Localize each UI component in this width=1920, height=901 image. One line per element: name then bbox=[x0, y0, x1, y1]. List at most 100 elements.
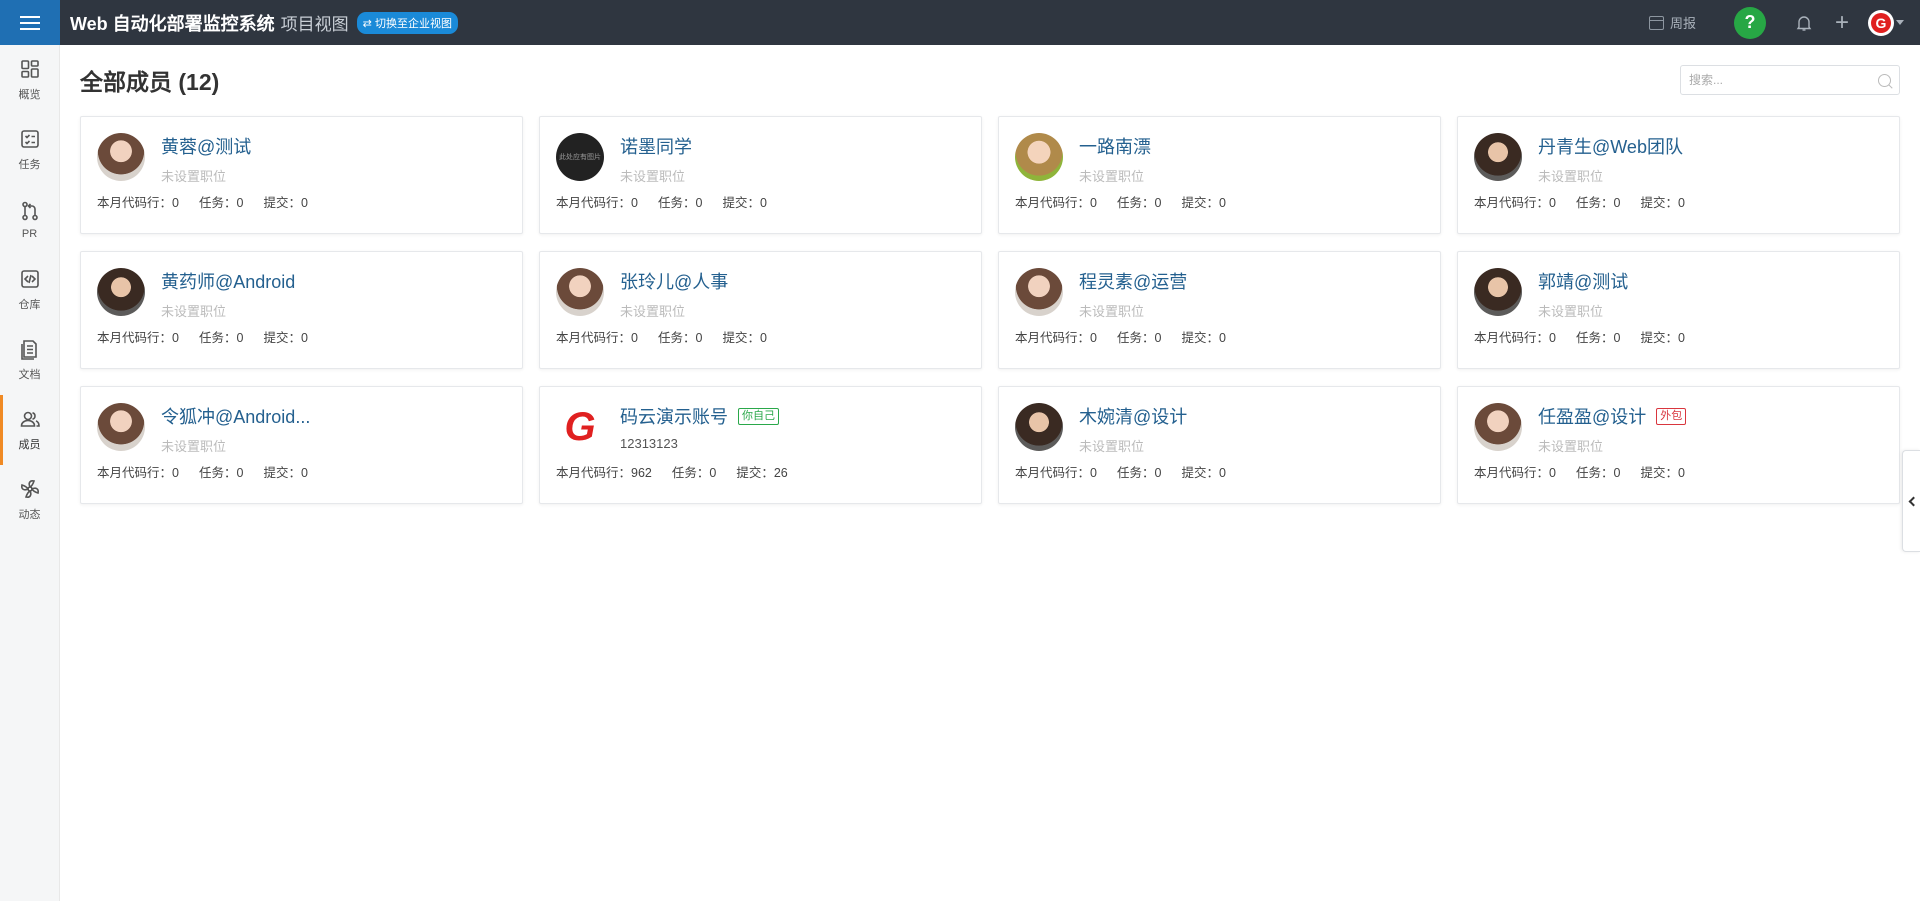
avatar[interactable] bbox=[1474, 133, 1522, 181]
member-name[interactable]: 黄蓉@测试 bbox=[161, 133, 251, 159]
self-badge: 你自己 bbox=[738, 407, 779, 425]
chevron-left-icon bbox=[1908, 496, 1918, 506]
member-name[interactable]: 任盈盈@设计 bbox=[1538, 403, 1646, 429]
user-avatar: G bbox=[1868, 9, 1894, 36]
member-card[interactable]: 张玲儿@人事 未设置职位 本月代码行：0 任务：0 提交：0 bbox=[539, 251, 982, 369]
sidebar-item-label: 成员 bbox=[18, 439, 41, 451]
member-name[interactable]: 诺墨同学 bbox=[620, 133, 692, 159]
member-position: 未设置职位 bbox=[1079, 304, 1145, 319]
app-title[interactable]: Web 自动化部署监控系统 bbox=[70, 10, 275, 36]
sidebar-item-label: 文档 bbox=[18, 369, 41, 381]
member-position: 未设置职位 bbox=[620, 169, 686, 184]
sidebar: 概览 任务 PR 仓库 文档 成员 动态 bbox=[0, 45, 60, 901]
member-name[interactable]: 黄药师@Android bbox=[161, 268, 295, 294]
member-grid: 黄蓉@测试 未设置职位 本月代码行：0 任务：0 提交：0 此处应有图片 诺墨同学 … bbox=[80, 116, 1900, 504]
member-name[interactable]: 丹青生@Web团队 bbox=[1538, 133, 1683, 159]
member-card[interactable]: 丹青生@Web团队 未设置职位 本月代码行：0 任务：0 提交：0 bbox=[1457, 116, 1900, 234]
member-name[interactable]: 木婉清@设计 bbox=[1079, 403, 1187, 429]
activity-icon bbox=[20, 480, 39, 498]
sidebar-item-label: 动态 bbox=[18, 509, 41, 521]
help-button[interactable]: ? bbox=[1734, 6, 1766, 39]
document-icon bbox=[20, 340, 37, 360]
member-card[interactable]: 一路南漂 未设置职位 本月代码行：0 任务：0 提交：0 bbox=[998, 116, 1441, 234]
avatar[interactable] bbox=[1474, 403, 1522, 451]
member-position: 未设置职位 bbox=[1538, 439, 1604, 454]
sidebar-item-activity[interactable]: 动态 bbox=[0, 465, 59, 535]
weekly-report-label: 周报 bbox=[1669, 16, 1696, 31]
avatar[interactable] bbox=[1474, 268, 1522, 316]
sidebar-item-label: 仓库 bbox=[18, 299, 41, 311]
avatar[interactable] bbox=[97, 133, 145, 181]
overview-icon bbox=[20, 60, 39, 78]
search-icon[interactable] bbox=[1878, 73, 1891, 87]
member-stats: 本月代码行：0 任务：0 提交：0 bbox=[97, 331, 308, 345]
outsource-badge: 外包 bbox=[1656, 407, 1687, 425]
sidebar-item-repository[interactable]: 仓库 bbox=[0, 255, 59, 325]
member-stats: 本月代码行：0 任务：0 提交：0 bbox=[1015, 331, 1226, 345]
sidebar-item-tasks[interactable]: 任务 bbox=[0, 115, 59, 185]
avatar[interactable] bbox=[556, 268, 604, 316]
menu-icon[interactable] bbox=[0, 0, 60, 45]
avatar[interactable] bbox=[1015, 403, 1063, 451]
member-card[interactable]: G 码云演示账号 你自己 12313123 本月代码行：962 任务：0 提交：26 bbox=[539, 386, 982, 504]
member-stats: 本月代码行：0 任务：0 提交：0 bbox=[1474, 196, 1685, 210]
notification-bell-icon[interactable] bbox=[1792, 11, 1816, 35]
avatar[interactable] bbox=[97, 268, 145, 316]
member-position: 12313123 bbox=[620, 436, 678, 451]
member-stats: 本月代码行：0 任务：0 提交：0 bbox=[1474, 331, 1685, 345]
weekly-report-button[interactable]: 周报 bbox=[1648, 13, 1696, 32]
member-name[interactable]: 一路南漂 bbox=[1079, 133, 1151, 159]
avatar[interactable]: G bbox=[556, 403, 604, 451]
member-position: 未设置职位 bbox=[1079, 169, 1145, 184]
member-stats: 本月代码行：0 任务：0 提交：0 bbox=[556, 196, 767, 210]
member-card[interactable]: 程灵素@运营 未设置职位 本月代码行：0 任务：0 提交：0 bbox=[998, 251, 1441, 369]
sidebar-item-label: PR bbox=[21, 228, 38, 240]
member-position: 未设置职位 bbox=[1079, 439, 1145, 454]
member-stats: 本月代码行：0 任务：0 提交：0 bbox=[1015, 466, 1226, 480]
sidebar-item-members[interactable]: 成员 bbox=[0, 395, 59, 465]
repository-icon bbox=[20, 270, 39, 288]
top-navbar: Web 自动化部署监控系统 项目视图 ⇄ 切换至企业视图 周报 ? + G bbox=[0, 0, 1920, 45]
switch-enterprise-view-button[interactable]: ⇄ 切换至企业视图 bbox=[356, 11, 458, 34]
sidebar-item-label: 任务 bbox=[18, 159, 41, 171]
sidebar-item-pr[interactable]: PR bbox=[0, 185, 59, 255]
member-card[interactable]: 郭靖@测试 未设置职位 本月代码行：0 任务：0 提交：0 bbox=[1457, 251, 1900, 369]
member-position: 未设置职位 bbox=[161, 169, 227, 184]
member-name[interactable]: 令狐冲@Android... bbox=[161, 403, 310, 429]
member-stats: 本月代码行：962 任务：0 提交：26 bbox=[556, 466, 788, 480]
search-box[interactable] bbox=[1680, 65, 1900, 95]
member-position: 未设置职位 bbox=[1538, 169, 1604, 184]
sidebar-item-label: 概览 bbox=[18, 89, 41, 101]
avatar[interactable]: 此处应有图片 bbox=[556, 133, 604, 181]
members-icon bbox=[20, 411, 40, 427]
sidebar-item-overview[interactable]: 概览 bbox=[0, 45, 59, 115]
member-stats: 本月代码行：0 任务：0 提交：0 bbox=[1015, 196, 1226, 210]
member-card[interactable]: 黄蓉@测试 未设置职位 本月代码行：0 任务：0 提交：0 bbox=[80, 116, 523, 234]
avatar[interactable] bbox=[1015, 268, 1063, 316]
sidebar-item-docs[interactable]: 文档 bbox=[0, 325, 59, 395]
member-name[interactable]: 码云演示账号 bbox=[620, 403, 728, 429]
member-stats: 本月代码行：0 任务：0 提交：0 bbox=[97, 466, 308, 480]
add-icon[interactable]: + bbox=[1830, 10, 1854, 35]
collapse-panel-button[interactable] bbox=[1902, 450, 1920, 552]
member-card[interactable]: 令狐冲@Android... 未设置职位 本月代码行：0 任务：0 提交：0 bbox=[80, 386, 523, 504]
member-card[interactable]: 此处应有图片 诺墨同学 未设置职位 本月代码行：0 任务：0 提交：0 bbox=[539, 116, 982, 234]
member-card[interactable]: 任盈盈@设计 外包 未设置职位 本月代码行：0 任务：0 提交：0 bbox=[1457, 386, 1900, 504]
search-input[interactable] bbox=[1689, 73, 1869, 87]
avatar[interactable] bbox=[97, 403, 145, 451]
view-name: 项目视图 bbox=[280, 15, 349, 34]
main-content: 全部成员 (12) 黄蓉@测试 未设置职位 本月代码行：0任务：0提交：0 此处… bbox=[60, 45, 1900, 901]
member-name[interactable]: 程灵素@运营 bbox=[1079, 268, 1187, 294]
member-position: 未设置职位 bbox=[161, 439, 227, 454]
member-card[interactable]: 木婉清@设计 未设置职位 本月代码行：0 任务：0 提交：0 bbox=[998, 386, 1441, 504]
page-title: 全部成员 (12) bbox=[80, 69, 220, 95]
member-name[interactable]: 郭靖@测试 bbox=[1538, 268, 1628, 294]
member-stats: 本月代码行：0 任务：0 提交：0 bbox=[1474, 466, 1685, 480]
member-position: 未设置职位 bbox=[620, 304, 686, 319]
chevron-down-icon bbox=[1896, 20, 1904, 25]
member-card[interactable]: 黄药师@Android 未设置职位 本月代码行：0 任务：0 提交：0 bbox=[80, 251, 523, 369]
user-menu[interactable]: G bbox=[1868, 9, 1904, 36]
task-icon bbox=[20, 130, 39, 148]
avatar[interactable] bbox=[1015, 133, 1063, 181]
member-name[interactable]: 张玲儿@人事 bbox=[620, 268, 728, 294]
